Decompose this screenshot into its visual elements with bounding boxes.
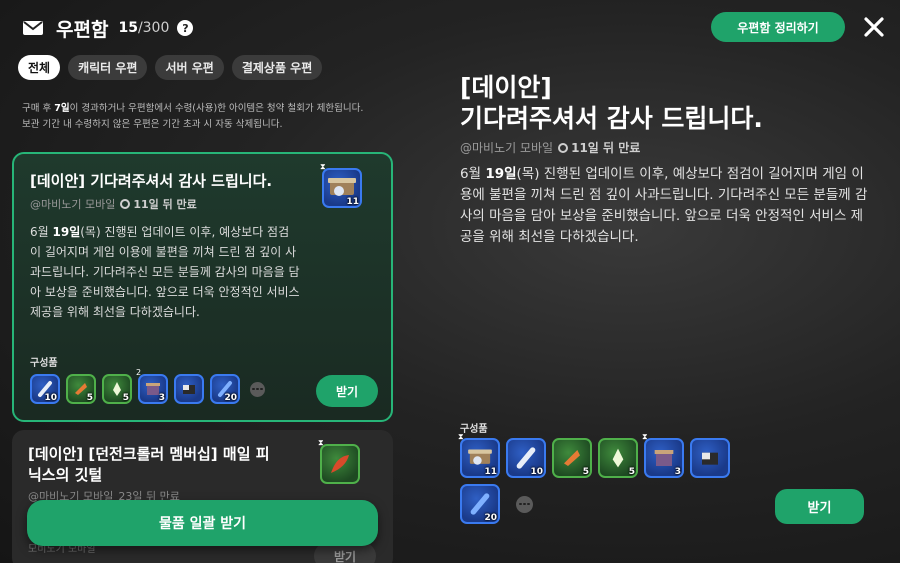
- item-slot[interactable]: 20: [210, 374, 240, 404]
- bread-icon: [564, 450, 580, 466]
- mail-title: [데이안] [던전크롤러 멤버십] 매일 피닉스의 깃털: [28, 445, 270, 484]
- crate-icon: [468, 449, 492, 465]
- item-slot[interactable]: ⧗ 3: [642, 433, 684, 478]
- hourglass-icon: ⧗: [318, 438, 324, 447]
- organize-mailbox-button[interactable]: 우편함 정리하기: [711, 12, 845, 42]
- close-icon[interactable]: [861, 14, 887, 40]
- refund-notice: 구매 후 7일이 경과하거나 우편함에서 수령(사용)한 아이템은 청약 철회가…: [22, 103, 364, 130]
- mail-tabs: 전체 캐릭터 우편 서버 우편 결제상품 우편: [18, 55, 323, 80]
- item-slot[interactable]: ⧗ 11: [458, 433, 500, 478]
- composition-label: 구성품: [460, 424, 488, 435]
- detail-sender: @마비노기 모바일: [460, 141, 554, 155]
- item-slot[interactable]: [174, 374, 204, 404]
- mail-card-selected[interactable]: [데이안] 기다려주셔서 감사 드립니다. @마비노기 모바일 11일 뒤 만료…: [12, 152, 393, 422]
- mail-title: [데이안] 기다려주셔서 감사 드립니다.: [30, 172, 273, 190]
- receive-button[interactable]: 받기: [316, 375, 378, 407]
- detail-title: [데이안] 기다려주셔서 감사 드립니다.: [460, 73, 763, 133]
- chest-icon: [702, 452, 718, 465]
- chest-icon: [183, 385, 195, 394]
- tab-server-mail[interactable]: 서버 우편: [155, 55, 224, 80]
- clock-icon: [120, 199, 131, 209]
- item-quantity: 11: [346, 197, 359, 207]
- item-slot[interactable]: 10: [30, 374, 60, 404]
- item-slot[interactable]: 20: [460, 484, 500, 524]
- potion-icon: [612, 448, 624, 468]
- more-items-icon[interactable]: [250, 381, 265, 397]
- mail-sender-row: @마비노기 모바일 11일 뒤 만료: [30, 196, 197, 212]
- mail-body: 6월 19일(목) 진행된 업데이트 이후, 예상보다 점검이 길어지며 게임 …: [30, 225, 300, 319]
- composition-items: 10 5 5 23 20: [30, 369, 265, 404]
- clock-icon: [558, 142, 569, 153]
- more-items-icon[interactable]: [516, 495, 533, 513]
- mail-thumbnail: ⧗: [318, 439, 360, 484]
- detail-body: 6월 19일(목) 진행된 업데이트 이후, 예상보다 점검이 길어지며 게임 …: [460, 166, 868, 245]
- item-slot[interactable]: [690, 438, 730, 478]
- item-slot[interactable]: 5: [66, 374, 96, 404]
- help-icon[interactable]: ?: [177, 20, 194, 36]
- tab-all[interactable]: 전체: [18, 55, 61, 80]
- item-slot[interactable]: 23: [136, 369, 168, 404]
- item-slot[interactable]: 5: [102, 374, 132, 404]
- detail-expiry: 11일 뒤 만료: [571, 141, 641, 155]
- item-slot[interactable]: 5: [552, 438, 592, 478]
- feather-icon: [331, 455, 349, 473]
- mail-sender: @마비노기 모바일: [30, 198, 116, 211]
- page-title: 우편함: [56, 18, 109, 41]
- mail-icon: [23, 21, 43, 35]
- hourglass-icon: ⧗: [320, 162, 326, 171]
- mail-count: 15/300: [118, 20, 170, 36]
- tab-character-mail[interactable]: 캐릭터 우편: [68, 55, 148, 80]
- tab-purchase-mail[interactable]: 결제상품 우편: [231, 55, 323, 80]
- mailbox-header: 우편함 15/300 ?: [22, 14, 194, 42]
- detail-sender-row: @마비노기 모바일 11일 뒤 만료: [460, 139, 640, 156]
- item-slot[interactable]: 10: [506, 438, 546, 478]
- bulk-receive-button[interactable]: 물품 일괄 받기: [27, 500, 378, 546]
- box-icon: [654, 450, 674, 466]
- mail-thumbnail: ⧗ 11: [320, 163, 362, 208]
- detail-composition-items: ⧗ 11 10 5 5 ⧗ 3 20: [458, 433, 760, 524]
- mail-expiry: 11일 뒤 만료: [133, 198, 197, 211]
- item-slot[interactable]: 5: [598, 438, 638, 478]
- composition-label: 구성품: [30, 358, 58, 369]
- detail-receive-button[interactable]: 받기: [775, 489, 864, 524]
